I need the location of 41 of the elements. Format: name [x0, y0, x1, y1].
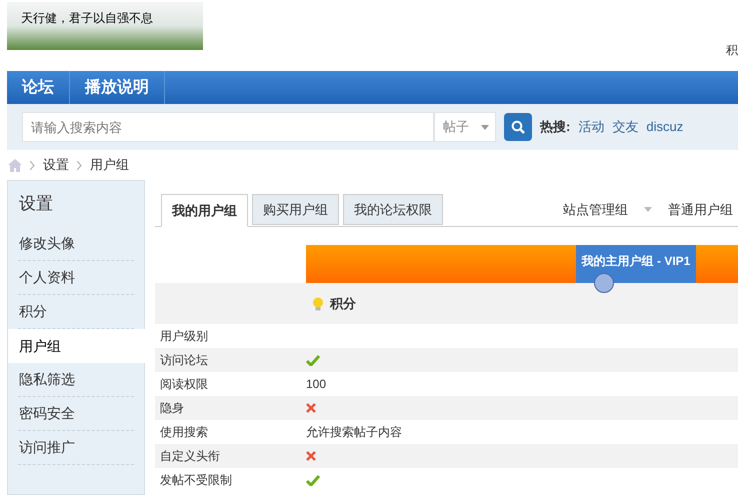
row-label: 隐身: [159, 400, 185, 417]
tab[interactable]: 我的论坛权限: [343, 194, 443, 225]
search-icon: [511, 120, 525, 134]
group-link[interactable]: 站点管理组: [563, 200, 628, 219]
tab[interactable]: 我的用户组: [161, 194, 248, 227]
caret-icon: [644, 206, 652, 212]
search-type-dropdown[interactable]: 帖子: [434, 112, 496, 142]
lightbulb-icon: [312, 296, 324, 310]
group-link[interactable]: 普通用户组: [668, 200, 733, 219]
row-label: 发帖不受限制: [159, 472, 233, 489]
chevron-icon: [77, 160, 82, 170]
credits-label: 积分: [330, 294, 356, 313]
search-field[interactable]: 请输入搜索内容: [22, 112, 434, 142]
hot-search-link[interactable]: discuz: [646, 117, 684, 137]
hot-search-link[interactable]: 交友: [612, 117, 638, 137]
row-label: 阅读权限: [159, 376, 209, 393]
row-label: 使用搜索: [159, 424, 209, 441]
main-group-marker: 我的主用户组 - VIP1: [576, 245, 696, 283]
hot-search-link[interactable]: 活动: [578, 117, 604, 137]
sidebar-item[interactable]: 隐私筛选: [18, 363, 134, 397]
sidebar-item[interactable]: 修改头像: [18, 227, 134, 261]
sidebar-item[interactable]: 个人资料: [18, 261, 134, 295]
hot-search-label: 热搜:: [540, 118, 570, 136]
chevron-icon: [30, 160, 35, 170]
breadcrumb-link[interactable]: 设置: [43, 155, 69, 175]
row-label: 用户级别: [159, 328, 209, 345]
sidebar-title: 设置: [18, 193, 54, 216]
breadcrumb-link[interactable]: 用户组: [90, 155, 129, 175]
search-button[interactable]: [504, 113, 532, 141]
sidebar-item[interactable]: 访问推广: [18, 431, 134, 465]
sidebar-item[interactable]: 用户组: [8, 329, 145, 363]
tab[interactable]: 购买用户组: [252, 194, 339, 225]
caret-icon: [481, 124, 489, 130]
sidebar-item[interactable]: 密码安全: [18, 397, 134, 431]
credits-link[interactable]: 积: [726, 41, 738, 59]
logo-banner[interactable]: 天行健，君子以自强不息: [7, 2, 203, 50]
logo-text: 天行健，君子以自强不息: [21, 11, 153, 25]
row-label: 访问论坛: [159, 352, 209, 369]
row-value: 允许搜索帖子内容: [306, 424, 402, 441]
row-label: 自定义头衔: [159, 448, 221, 465]
row-value: 100: [306, 376, 326, 393]
